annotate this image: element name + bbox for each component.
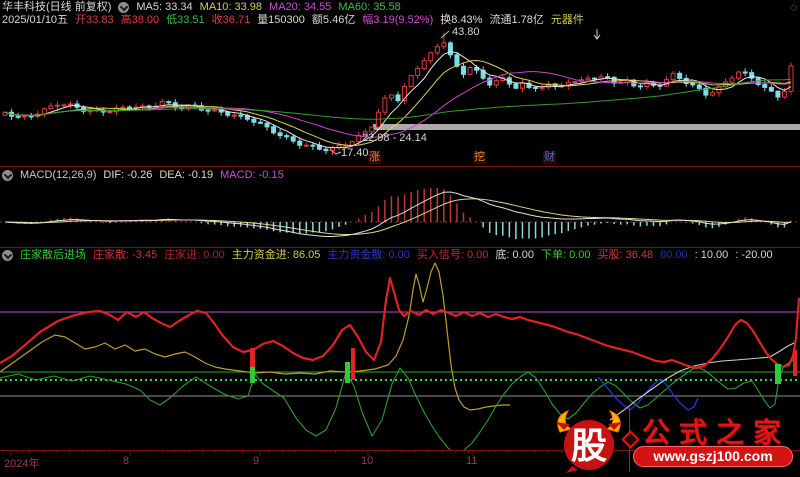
indicator-header-row: 庄家散后进场 庄家散: -3.45 庄家进: 0.00 主力资金进: 86.05 主力资… bbox=[2, 249, 773, 262]
high-pointer bbox=[440, 30, 450, 39]
collapse-macd-icon[interactable] bbox=[2, 170, 13, 181]
ma60-value: MA60: 35.58 bbox=[338, 1, 401, 13]
ref-20-value: : -20.00 bbox=[735, 249, 773, 261]
collapse-price-icon[interactable] bbox=[118, 2, 130, 13]
down-arrow-marker bbox=[593, 29, 601, 40]
red-line bbox=[0, 276, 800, 370]
title-row: 华丰科技(日线 前复权) MA5: 33.34 MA10: 33.98 MA20: … bbox=[2, 1, 401, 14]
watermark: 股 公式之家 www.gszj100.com bbox=[550, 406, 800, 476]
close-value: 收36.71 bbox=[211, 14, 251, 26]
ma20-value: MA20: 34.55 bbox=[269, 1, 332, 13]
di-value: 底: 0.00 bbox=[495, 249, 534, 261]
signal-bar bbox=[775, 364, 781, 384]
ad-glyph: 涨 bbox=[368, 151, 381, 164]
date-value: 2025/01/10五 bbox=[2, 14, 69, 26]
ma-values: MA5: 33.34 MA10: 33.98 MA20: 34.55 MA60: 35… bbox=[136, 1, 400, 14]
axis-label: 2024年 bbox=[4, 458, 40, 470]
axis-label: 8 bbox=[123, 455, 130, 467]
zhulizijinsan-value: 主力资金散: 0.00 bbox=[327, 249, 410, 261]
logo-flame bbox=[566, 466, 578, 473]
yellow-line bbox=[0, 262, 510, 411]
logo-char: 股 bbox=[571, 426, 607, 466]
open-value: 开33.83 bbox=[75, 14, 114, 26]
quote-row: 2025/01/10五 开33.83 高38.00 低33.51 收36.71 量1503… bbox=[2, 14, 584, 27]
bull-logo: 股 bbox=[556, 410, 622, 473]
macd-values: MACD(12,26,9) DIF: -0.26 DEA: -0.19 MACD: -… bbox=[20, 169, 284, 182]
macd-header-row: MACD(12,26,9) DIF: -0.26 DEA: -0.19 MACD: -… bbox=[2, 169, 284, 182]
axis-label: 9 bbox=[253, 455, 260, 467]
ad-glyph: 挖 bbox=[473, 151, 486, 164]
float-value: 流通1.78亿 bbox=[489, 14, 544, 26]
dea-value: DEA: -0.19 bbox=[159, 169, 214, 181]
xiadan-value: 下单: 0.00 bbox=[540, 249, 591, 261]
low-value: 低33.51 bbox=[166, 14, 205, 26]
ref10-value: : 10.00 bbox=[694, 249, 729, 261]
collapse-indicator-icon[interactable] bbox=[2, 250, 13, 261]
watermark-brand: 公式之家 bbox=[642, 418, 791, 449]
dif-value: DIF: -0.26 bbox=[103, 169, 153, 181]
corner-icon: ◇ bbox=[790, 2, 797, 12]
gap-annotation: 22.98 - 24.14 bbox=[362, 132, 427, 144]
axis-label: 10 bbox=[361, 455, 374, 467]
low-annotation: 17.40 bbox=[341, 147, 369, 159]
zhuangjiajin-value: 庄家进: 0.00 bbox=[164, 249, 225, 261]
signal-bar bbox=[250, 367, 255, 383]
macd-params: MACD(12,26,9) bbox=[20, 169, 97, 181]
stock-title: 华丰科技(日线 前复权) bbox=[2, 1, 112, 13]
sector-value: 元器件 bbox=[550, 14, 584, 26]
gap-band bbox=[373, 124, 800, 130]
watermark-url: www.gszj100.com bbox=[633, 446, 793, 467]
blue-ref-value: 80.00 bbox=[660, 249, 688, 261]
zhulizijinjin-value: 主力资金进: 86.05 bbox=[231, 249, 321, 261]
amount-value: 额5.46亿 bbox=[311, 14, 356, 26]
indicator-values: 庄家散后进场 庄家散: -3.45 庄家进: 0.00 主力资金进: 86.05 主力资… bbox=[20, 249, 773, 262]
stock-chart-app: 华丰科技(日线 前复权) MA5: 33.34 MA10: 33.98 MA20: … bbox=[0, 0, 800, 477]
ad-glyph: 财 bbox=[543, 151, 556, 164]
indicator-title: 庄家散后进场 bbox=[20, 249, 86, 261]
axis-label: 11 bbox=[466, 455, 478, 467]
macd-panel[interactable] bbox=[0, 188, 800, 240]
maigu-value: 买股: 36.48 bbox=[597, 249, 654, 261]
change-value: 幅3.19(9.52%) bbox=[362, 14, 434, 26]
ma10-value: MA10: 33.98 bbox=[199, 1, 263, 13]
ma5-value: MA5: 33.34 bbox=[136, 1, 193, 13]
turnover-value: 换8.43% bbox=[440, 14, 483, 26]
signal-bar bbox=[793, 350, 797, 376]
zhuangjiasan-value: 庄家散: -3.45 bbox=[93, 249, 158, 261]
high-annotation: 43.80 bbox=[452, 26, 480, 38]
buy-signal-value: 买入信号: 0.00 bbox=[416, 249, 489, 261]
macd-value: MACD: -0.15 bbox=[220, 169, 284, 181]
signal-bar bbox=[250, 348, 255, 367]
signal-bar bbox=[351, 348, 355, 380]
volume-value: 量150300 bbox=[257, 14, 305, 26]
signal-bar bbox=[345, 362, 350, 383]
high-value: 高38.00 bbox=[120, 14, 160, 26]
